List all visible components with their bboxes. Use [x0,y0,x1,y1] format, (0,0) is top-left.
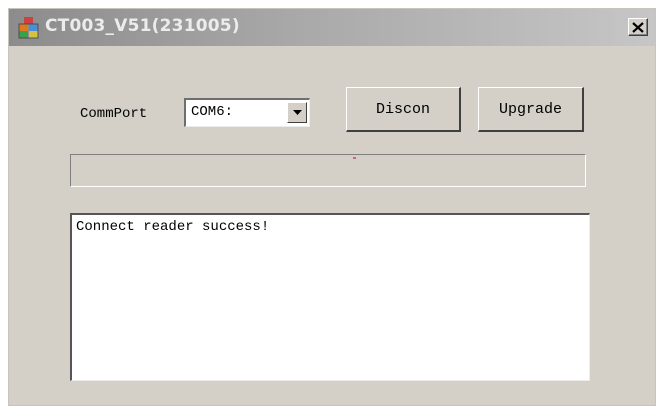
commport-select[interactable]: COM6: [184,98,310,127]
window-title: CT003_V51(231005) [45,16,240,36]
chevron-down-icon [292,109,302,115]
title-bar[interactable]: CT003_V51(231005) [9,9,655,46]
commport-selected-value: COM6: [191,104,234,120]
app-icon [18,15,40,39]
log-textarea[interactable]: Connect reader success! [70,213,590,381]
progress-bar [70,154,586,187]
close-icon [632,21,644,33]
commport-dropdown-button[interactable] [287,102,307,123]
app-window: CT003_V51(231005) CommPort COM6: Discon … [8,8,656,406]
close-button[interactable] [628,18,648,36]
upgrade-button[interactable]: Upgrade [478,87,584,132]
commport-label: CommPort [80,106,148,122]
progress-marker [353,157,356,159]
discon-button[interactable]: Discon [346,87,461,132]
